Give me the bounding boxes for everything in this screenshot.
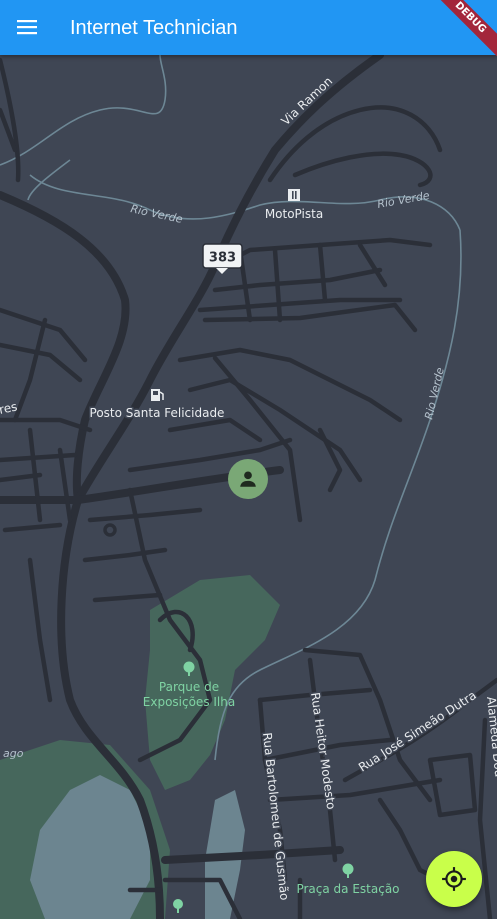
poi-posto-santa-felicidade[interactable]: Posto Santa Felicidade bbox=[88, 389, 226, 422]
river-label-rio-verde-2: Rio Verde bbox=[376, 189, 431, 211]
poi-label-parque-line1: Parque de bbox=[159, 680, 219, 694]
app-bar: Internet Technician bbox=[0, 0, 497, 55]
tree-icon bbox=[342, 863, 354, 878]
river-label-rio-verde-1: Rio Verde bbox=[129, 202, 184, 226]
roundabout bbox=[103, 523, 117, 537]
menu-icon bbox=[17, 20, 37, 35]
road-shield-number: 383 bbox=[209, 251, 236, 266]
poi-label-posto: Posto Santa Felicidade bbox=[90, 406, 225, 420]
motorcycle-shop-icon bbox=[288, 189, 300, 201]
road-label-rua-jose-simeao-dutra: Rua José Simeão Dutra bbox=[356, 688, 479, 775]
poi-praca-da-estacao[interactable]: Praça da Estação bbox=[296, 863, 400, 897]
person-icon bbox=[240, 471, 256, 487]
app-title: Internet Technician bbox=[70, 17, 238, 39]
river-label-rio-verde-3: Rio Verde bbox=[422, 366, 447, 421]
poi-label-motopista: MotoPista bbox=[265, 207, 323, 221]
my-location-icon bbox=[442, 867, 466, 891]
tree-icon bbox=[173, 899, 183, 913]
my-location-button[interactable] bbox=[426, 851, 482, 907]
user-location-marker[interactable] bbox=[228, 459, 268, 499]
menu-button[interactable] bbox=[8, 8, 46, 46]
poi-label-praca: Praça da Estação bbox=[296, 882, 399, 896]
water-label-lago: ago bbox=[3, 747, 24, 760]
poi-label-parque-line2: Exposições Ilha bbox=[143, 695, 235, 709]
poi-motopista[interactable]: MotoPista bbox=[263, 189, 325, 223]
fuel-station-icon bbox=[151, 389, 164, 401]
